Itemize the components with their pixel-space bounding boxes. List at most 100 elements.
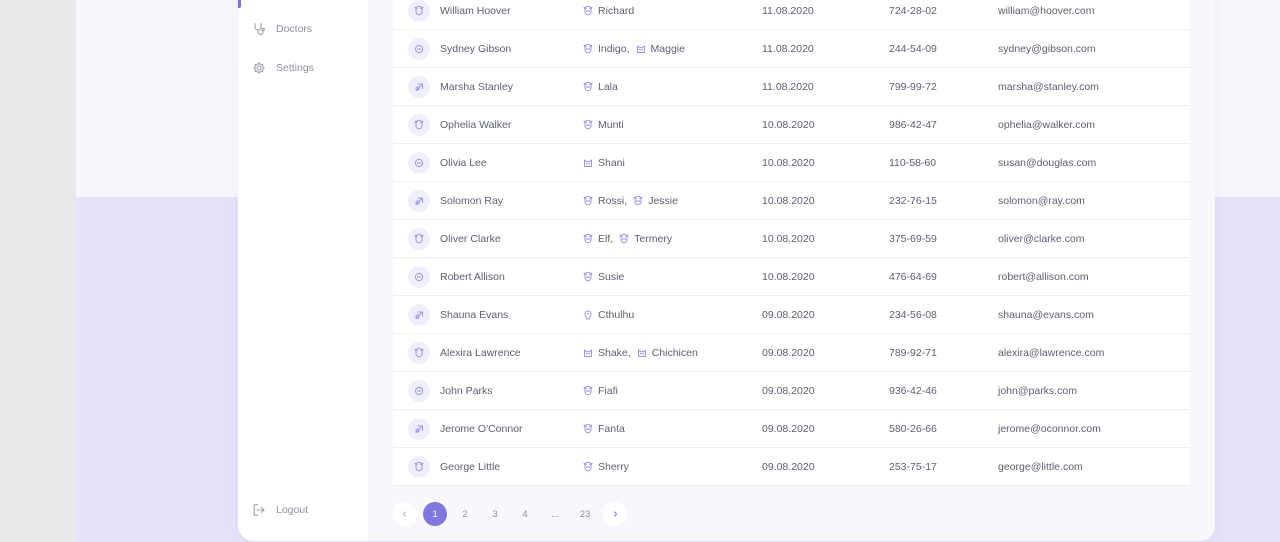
visit-date: 09.08.2020 (762, 308, 815, 321)
pet-avatar-icon (415, 197, 423, 205)
pet-avatar-icon (414, 233, 424, 243)
visit-date: 11.08.2020 (762, 42, 814, 55)
client-name: Robert Allison (440, 270, 505, 283)
page-button[interactable]: 1 (423, 502, 447, 526)
table-row[interactable]: George Little Sherry 09.08.2020 253-75-17 ge… (393, 448, 1190, 486)
table-row[interactable]: John Parks Fiafi 09.08.2020 936-42-46 john@p… (393, 372, 1190, 410)
table-row[interactable]: Oliver Clarke Elf, Termery 10.08.2020 375-69… (393, 220, 1190, 258)
chevron-right-icon (613, 511, 618, 517)
table-row[interactable]: Ophelia Walker Munti 10.08.2020 986-42-47 op… (393, 106, 1190, 144)
pet-name: Rossi, (598, 194, 628, 207)
stethoscope-icon (254, 22, 265, 35)
client-name: Oliver Clarke (440, 232, 501, 245)
table-row[interactable]: Marsha Stanley Lala 11.08.2020 799-99-72 mar… (393, 68, 1190, 106)
client-phone: 253-75-17 (889, 460, 937, 473)
client-email: george@little.com (998, 460, 1083, 473)
chevron-left-icon (402, 511, 407, 517)
client-name: George Little (440, 460, 501, 473)
client-email: shauna@evans.com (998, 308, 1094, 321)
dog-icon (619, 233, 629, 243)
dog-icon (633, 195, 643, 205)
page-button[interactable]: 4 (513, 502, 537, 526)
table-row[interactable]: Olivia Lee Shani 10.08.2020 110-58-60 susan@… (393, 144, 1190, 182)
table-row[interactable]: William Hoover Richard 11.08.2020 724-28-02… (393, 0, 1190, 30)
client-name: Jerome O'Connor (440, 422, 523, 435)
pet-name: Susie (598, 270, 625, 283)
client-avatar (408, 75, 430, 98)
page-button[interactable]: 23 (573, 502, 597, 526)
client-avatar (408, 379, 430, 402)
pet-name: Cthulhu (598, 308, 635, 321)
pet-avatar-icon (414, 386, 424, 395)
client-pets: Cthulhu (582, 309, 639, 321)
visit-date: 09.08.2020 (762, 422, 815, 435)
pet-name: Termery (634, 232, 673, 245)
client-email: solomon@ray.com (998, 194, 1085, 207)
pet-avatar-icon (415, 83, 423, 91)
client-name: John Parks (440, 384, 493, 397)
pet-name: Shake, (598, 346, 631, 359)
client-avatar (408, 0, 430, 22)
table-row[interactable]: Sydney Gibson Indigo, Maggie 11.08.2020 244-… (393, 30, 1190, 68)
pet-name: Shani (598, 156, 625, 169)
client-email: john@parks.com (998, 384, 1077, 397)
page-button[interactable]: 3 (483, 502, 507, 526)
dog-icon (583, 119, 593, 129)
visit-date: 09.08.2020 (762, 346, 815, 359)
client-avatar (408, 151, 430, 174)
pagination: 1 2 3 4... 23 (393, 502, 633, 526)
table-row[interactable]: Robert Allison Susie 10.08.2020 476-64-69 ro… (393, 258, 1190, 296)
pet-name: Maggie (650, 42, 685, 55)
table-row[interactable]: Solomon Ray Rossi, Jessie 10.08.2020 232-76-… (393, 182, 1190, 220)
client-phone: 580-26-66 (889, 422, 937, 435)
visit-date: 10.08.2020 (762, 232, 815, 245)
pet-name: Munti (598, 118, 624, 131)
visit-date: 10.08.2020 (762, 156, 815, 169)
visit-date: 10.08.2020 (762, 194, 815, 207)
client-phone: 476-64-69 (889, 270, 937, 283)
table-row[interactable]: Alexira Lawrence Shake, Chichicen 09.08.202… (393, 334, 1190, 372)
client-pets: Sherry (582, 461, 634, 473)
client-pets: Elf, Termery (582, 233, 677, 245)
logout-icon (253, 504, 265, 516)
client-pets: Lala (582, 81, 623, 93)
client-avatar (408, 455, 430, 478)
logout-button[interactable]: Logout (252, 498, 308, 522)
client-phone: 110-58-60 (889, 156, 937, 169)
pet-avatar-icon (414, 158, 424, 167)
pet-name: Fiafi (598, 384, 618, 397)
client-phone: 234-56-08 (889, 308, 937, 321)
pet-avatar-icon (414, 461, 424, 471)
pet-name: Chichicen (651, 346, 698, 359)
client-pets: Richard (582, 5, 639, 17)
page-button[interactable]: ... (543, 502, 567, 526)
page-button[interactable]: 2 (453, 502, 477, 526)
next-page-button[interactable] (603, 502, 627, 526)
pet-avatar-icon (414, 119, 424, 129)
cat-icon (636, 45, 645, 53)
client-email: susan@douglas.com (998, 156, 1097, 169)
sidebar-item-settings[interactable]: Settings (252, 56, 314, 80)
visit-date: 11.08.2020 (762, 4, 814, 17)
visit-date: 10.08.2020 (762, 118, 815, 131)
sidebar-item-doctors[interactable]: Doctors (252, 17, 312, 41)
dog-icon (583, 195, 593, 205)
pet-name: Sherry (598, 460, 629, 473)
cat-icon (637, 349, 646, 357)
pet-name: Lala (598, 80, 618, 93)
prev-page-button[interactable] (393, 502, 417, 526)
client-avatar (408, 113, 430, 136)
client-pets: Munti (582, 119, 629, 131)
pet-avatar-icon (414, 347, 424, 357)
table-row[interactable]: Shauna Evans Cthulhu 09.08.2020 234-56-08 sh… (393, 296, 1190, 334)
client-pets: Shani (582, 157, 630, 169)
client-avatar (408, 37, 430, 60)
pet-name: Indigo, (598, 42, 630, 55)
table-row[interactable]: Jerome O'Connor Fanta 09.08.2020 580-26-66 j… (393, 410, 1190, 448)
client-avatar (408, 189, 430, 212)
client-phone: 799-99-72 (889, 80, 937, 93)
client-avatar (408, 227, 430, 250)
client-name: William Hoover (440, 4, 511, 17)
client-name: Sydney Gibson (440, 42, 512, 55)
client-name: Solomon Ray (440, 194, 504, 207)
